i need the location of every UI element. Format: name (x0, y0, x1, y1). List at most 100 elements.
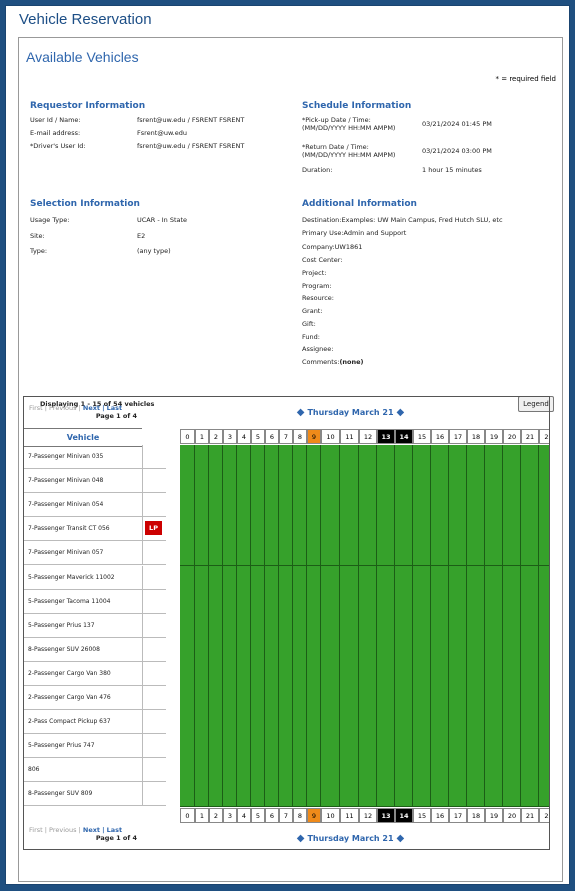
availability-cell[interactable] (377, 589, 395, 615)
availability-cell[interactable] (237, 469, 251, 495)
next-day-arrow-icon[interactable]: ◆ (397, 833, 405, 844)
vehicle-name[interactable]: 806 (24, 758, 142, 783)
availability-cell[interactable] (223, 565, 237, 591)
availability-cell[interactable] (521, 613, 539, 639)
availability-cell[interactable] (503, 493, 521, 519)
availability-cell[interactable] (503, 637, 521, 663)
availability-cell[interactable] (521, 734, 539, 760)
availability-cell[interactable] (307, 734, 321, 760)
availability-cell[interactable] (539, 517, 549, 543)
last-link[interactable]: Last (107, 404, 123, 412)
availability-cell[interactable] (340, 758, 359, 784)
availability-cell[interactable] (209, 782, 223, 808)
availability-cell[interactable] (449, 686, 467, 711)
availability-cell[interactable] (539, 758, 549, 784)
availability-cell[interactable] (467, 493, 485, 519)
availability-cell[interactable] (321, 589, 340, 615)
availability-cell[interactable] (377, 517, 395, 543)
availability-cell[interactable] (449, 637, 467, 663)
availability-cell[interactable] (251, 734, 265, 760)
vehicle-name[interactable]: 8-Passenger SUV 809 (24, 782, 142, 807)
availability-cell[interactable] (321, 493, 340, 519)
availability-cell[interactable] (467, 469, 485, 495)
availability-cell[interactable] (359, 661, 377, 687)
availability-cell[interactable] (503, 613, 521, 639)
availability-cell[interactable] (467, 782, 485, 808)
availability-cell[interactable] (413, 734, 431, 760)
availability-cell[interactable] (265, 686, 279, 711)
availability-cell[interactable] (321, 686, 340, 711)
availability-cell[interactable] (237, 589, 251, 615)
availability-cell[interactable] (279, 637, 293, 663)
availability-cell[interactable] (485, 637, 503, 663)
availability-cell[interactable] (279, 734, 293, 760)
availability-cell[interactable] (223, 661, 237, 687)
availability-cell[interactable] (293, 782, 307, 808)
availability-cell[interactable] (485, 493, 503, 519)
availability-cell[interactable] (251, 637, 265, 663)
availability-cell[interactable] (279, 517, 293, 543)
availability-cell[interactable] (195, 493, 209, 519)
availability-cell[interactable] (359, 686, 377, 711)
next-link[interactable]: Next (83, 404, 100, 412)
availability-cell[interactable] (195, 469, 209, 495)
availability-cell[interactable] (521, 637, 539, 663)
availability-cell[interactable] (293, 686, 307, 711)
availability-cell[interactable] (279, 782, 293, 808)
availability-cell[interactable] (467, 445, 485, 470)
availability-cell[interactable] (265, 493, 279, 519)
availability-cell[interactable] (293, 565, 307, 591)
availability-cell[interactable] (340, 589, 359, 615)
availability-cell[interactable] (180, 493, 195, 519)
availability-cell[interactable] (377, 710, 395, 736)
availability-cell[interactable] (503, 589, 521, 615)
availability-cell[interactable] (521, 686, 539, 711)
availability-cell[interactable] (265, 734, 279, 760)
availability-cell[interactable] (321, 613, 340, 639)
availability-cell[interactable] (293, 493, 307, 519)
availability-cell[interactable] (180, 710, 195, 736)
availability-cell[interactable] (293, 445, 307, 470)
availability-cell[interactable] (265, 517, 279, 543)
availability-cell[interactable] (467, 565, 485, 591)
availability-cell[interactable] (321, 469, 340, 495)
vehicle-name[interactable]: 2-Passenger Cargo Van 380 (24, 662, 142, 686)
availability-cell[interactable] (307, 445, 321, 470)
availability-cell[interactable] (395, 565, 413, 591)
availability-cell[interactable] (307, 637, 321, 663)
availability-cell[interactable] (521, 758, 539, 784)
availability-cell[interactable] (279, 686, 293, 711)
availability-cell[interactable] (223, 541, 237, 567)
availability-cell[interactable] (340, 613, 359, 639)
availability-cell[interactable] (279, 589, 293, 615)
availability-cell[interactable] (237, 710, 251, 736)
availability-cell[interactable] (209, 517, 223, 543)
availability-cell[interactable] (223, 517, 237, 543)
availability-cell[interactable] (180, 469, 195, 495)
availability-cell[interactable] (293, 734, 307, 760)
availability-cell[interactable] (449, 734, 467, 760)
availability-cell[interactable] (195, 710, 209, 736)
availability-cell[interactable] (340, 445, 359, 470)
availability-cell[interactable] (321, 445, 340, 470)
availability-cell[interactable] (431, 565, 449, 591)
vehicle-name[interactable]: 7-Passenger Transit CT 056 (24, 517, 142, 542)
availability-cell[interactable] (251, 541, 265, 567)
availability-cell[interactable] (467, 589, 485, 615)
availability-cell[interactable] (395, 517, 413, 543)
availability-cell[interactable] (377, 686, 395, 711)
availability-cell[interactable] (449, 493, 467, 519)
vehicle-name[interactable]: 7-Passenger Minivan 054 (24, 493, 142, 518)
availability-cell[interactable] (539, 782, 549, 808)
availability-cell[interactable] (431, 710, 449, 736)
availability-cell[interactable] (223, 613, 237, 639)
availability-cell[interactable] (485, 710, 503, 736)
availability-cell[interactable] (431, 782, 449, 808)
availability-cell[interactable] (431, 493, 449, 519)
availability-cell[interactable] (485, 469, 503, 495)
availability-cell[interactable] (223, 782, 237, 808)
availability-cell[interactable] (413, 493, 431, 519)
availability-cell[interactable] (251, 686, 265, 711)
availability-cell[interactable] (485, 589, 503, 615)
availability-cell[interactable] (503, 758, 521, 784)
